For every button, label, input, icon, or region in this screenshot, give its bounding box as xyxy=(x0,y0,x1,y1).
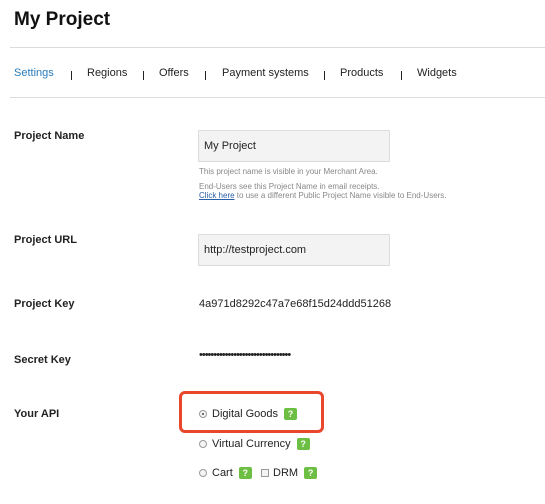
cart-label: Cart xyxy=(212,467,233,479)
project-name-label: Project Name xyxy=(14,130,85,142)
virtual-currency-option[interactable]: Virtual Currency ? xyxy=(199,438,310,450)
project-name-help-2: End-Users see this Project Name in email… xyxy=(199,182,380,191)
digital-goods-option[interactable]: Digital Goods ? xyxy=(199,408,298,420)
click-here-link[interactable]: Click here xyxy=(199,191,235,200)
virtual-currency-radio[interactable] xyxy=(199,440,207,448)
secret-key-label: Secret Key xyxy=(14,354,71,366)
project-url-input[interactable]: http://testproject.com xyxy=(198,234,390,266)
project-name-help-1: This project name is visible in your Mer… xyxy=(199,167,378,176)
project-url-label: Project URL xyxy=(14,234,77,246)
digital-goods-label: Digital Goods xyxy=(212,408,279,420)
project-name-help-3: Click here to use a different Public Pro… xyxy=(199,191,447,200)
tab-separator xyxy=(205,71,206,80)
cart-radio[interactable] xyxy=(199,469,207,477)
project-name-input[interactable]: My Project xyxy=(198,130,390,162)
drm-checkbox[interactable] xyxy=(261,469,269,477)
help-icon[interactable]: ? xyxy=(284,408,298,420)
project-name-help-3-text: to use a different Public Project Name v… xyxy=(234,191,447,200)
cart-option[interactable]: Cart ? xyxy=(199,467,252,479)
tab-offers[interactable]: Offers xyxy=(159,67,189,79)
help-icon[interactable]: ? xyxy=(304,467,318,479)
virtual-currency-label: Virtual Currency xyxy=(212,438,291,450)
tab-separator xyxy=(143,71,144,80)
drm-option[interactable]: DRM ? xyxy=(261,467,318,479)
tab-widgets[interactable]: Widgets xyxy=(417,67,457,79)
tab-separator xyxy=(401,71,402,80)
digital-goods-radio[interactable] xyxy=(199,410,207,418)
your-api-label: Your API xyxy=(14,408,60,420)
project-settings-page: My Project Settings Regions Offers Payme… xyxy=(0,0,545,504)
tab-settings[interactable]: Settings xyxy=(14,67,54,79)
tab-separator xyxy=(324,71,325,80)
secret-key-value: •••••••••••••••••••••••••••••••• xyxy=(199,349,291,361)
help-icon[interactable]: ? xyxy=(296,438,310,450)
tabs-divider xyxy=(10,97,545,98)
project-key-label: Project Key xyxy=(14,298,75,310)
tab-separator xyxy=(71,71,72,80)
title-divider xyxy=(10,47,545,48)
tab-regions[interactable]: Regions xyxy=(87,67,127,79)
help-icon[interactable]: ? xyxy=(238,467,252,479)
tab-products[interactable]: Products xyxy=(340,67,383,79)
drm-label: DRM xyxy=(273,467,299,479)
tab-payment-systems[interactable]: Payment systems xyxy=(222,67,309,79)
page-title: My Project xyxy=(14,9,111,30)
project-key-value: 4a971d8292c47a7e68f15d24ddd51268 xyxy=(199,298,392,310)
